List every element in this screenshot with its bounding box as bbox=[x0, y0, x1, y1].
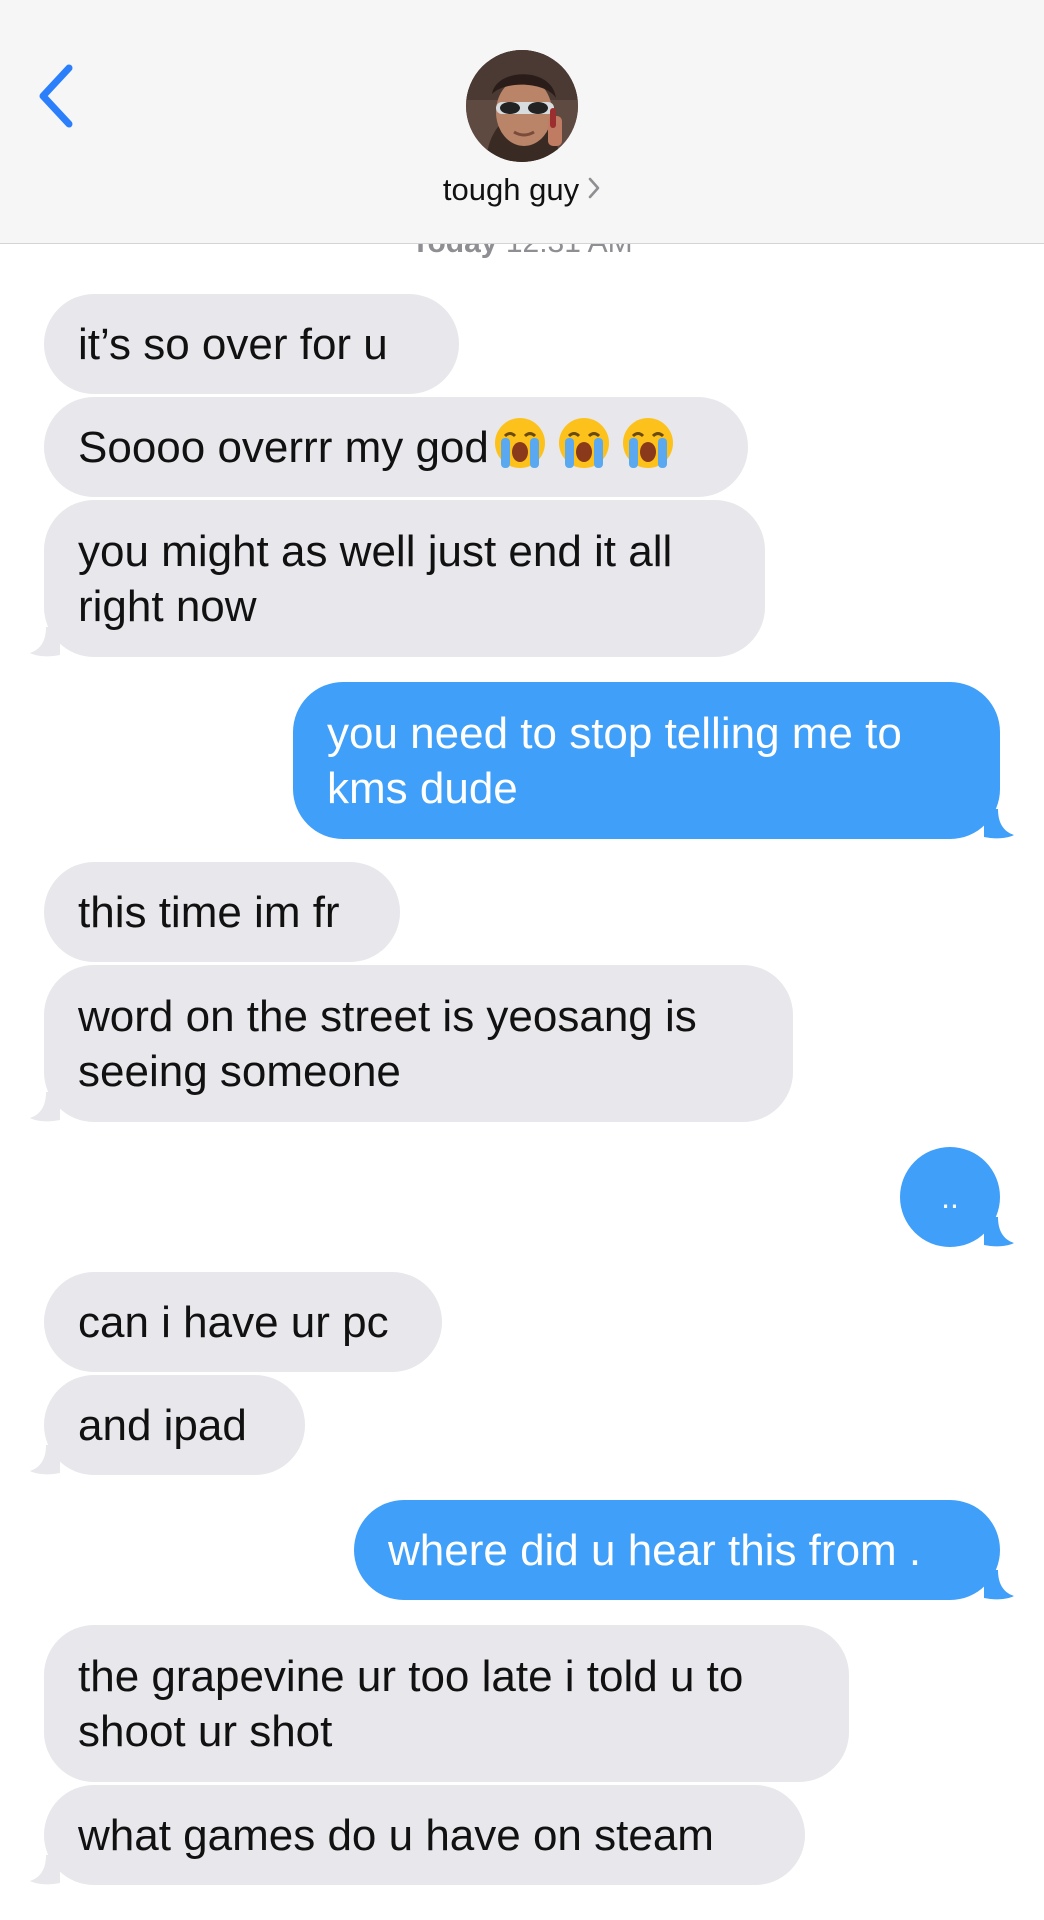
bubble-tail bbox=[30, 627, 60, 657]
message-text: it’s so over for u bbox=[78, 319, 388, 369]
message-line: word on the street is yeosang is bbox=[78, 991, 697, 1041]
bubble-tail bbox=[984, 1217, 1014, 1247]
message-bubble-incoming[interactable]: Soooo overrr my god bbox=[44, 397, 748, 497]
bubble-tail bbox=[30, 1092, 60, 1122]
bubble-tail bbox=[984, 809, 1014, 839]
message-line: you might as well just end it all bbox=[78, 526, 673, 576]
message-bubble-incoming[interactable]: what games do u have on steam bbox=[30, 1785, 805, 1885]
message-line: you need to stop telling me to bbox=[327, 708, 902, 758]
message-text: you need to stop telling me to kms dude bbox=[327, 706, 902, 816]
message-text: this time im fr bbox=[78, 887, 340, 937]
message-bubble-incoming[interactable]: can i have ur pc bbox=[44, 1272, 442, 1372]
message-text: what games do u have on steam bbox=[78, 1810, 714, 1860]
message-line: right now bbox=[78, 581, 257, 631]
conversation-screen: tough guy Today 12:31 AM it’s so over fo… bbox=[0, 0, 1044, 1920]
message-line: seeing someone bbox=[78, 1046, 401, 1096]
contact-name-button[interactable]: tough guy bbox=[0, 172, 1044, 210]
crying-face-emoji bbox=[494, 418, 545, 468]
conversation-header: tough guy bbox=[0, 0, 1044, 244]
message-text: can i have ur pc bbox=[78, 1297, 389, 1347]
message-line: shoot ur shot bbox=[78, 1706, 333, 1756]
message-bubble-outgoing[interactable]: you need to stop telling me to kms dude bbox=[293, 682, 1014, 839]
message-bubble-outgoing[interactable]: .. bbox=[900, 1147, 1014, 1247]
message-text: the grapevine ur too late i told u to sh… bbox=[78, 1649, 743, 1759]
chevron-left-icon bbox=[39, 64, 73, 128]
message-text: where did u hear this from . bbox=[388, 1525, 922, 1575]
message-bubble-incoming[interactable]: and ipad bbox=[30, 1375, 305, 1475]
message-bubble-outgoing[interactable]: where did u hear this from . bbox=[354, 1500, 1014, 1600]
bubble-tail bbox=[30, 1445, 60, 1475]
message-bubble-incoming[interactable]: the grapevine ur too late i told u to sh… bbox=[44, 1625, 849, 1782]
message-text: .. bbox=[941, 1178, 959, 1215]
message-text: and ipad bbox=[78, 1400, 247, 1450]
back-button[interactable] bbox=[28, 58, 82, 134]
avatar-photo bbox=[466, 50, 578, 162]
crying-face-emoji bbox=[558, 418, 609, 468]
message-line: kms dude bbox=[327, 763, 518, 813]
message-text: word on the street is yeosang is seeing … bbox=[78, 989, 697, 1099]
message-text: you might as well just end it all right … bbox=[78, 524, 672, 634]
message-line: the grapevine ur too late i told u to bbox=[78, 1651, 744, 1701]
message-bubble-incoming[interactable]: word on the street is yeosang is seeing … bbox=[30, 965, 793, 1122]
message-bubble-incoming[interactable]: this time im fr bbox=[44, 862, 400, 962]
crying-face-emoji bbox=[622, 418, 673, 468]
bubble-tail bbox=[30, 1855, 60, 1885]
message-bubble-incoming[interactable]: it’s so over for u bbox=[44, 294, 459, 394]
bubble-tail bbox=[984, 1570, 1014, 1600]
contact-avatar[interactable] bbox=[466, 50, 578, 162]
contact-name: tough guy bbox=[442, 172, 580, 207]
chevron-right-icon bbox=[587, 172, 601, 208]
message-bubble-incoming[interactable]: you might as well just end it all right … bbox=[30, 500, 765, 657]
message-text: Soooo overrr my god bbox=[78, 422, 489, 472]
